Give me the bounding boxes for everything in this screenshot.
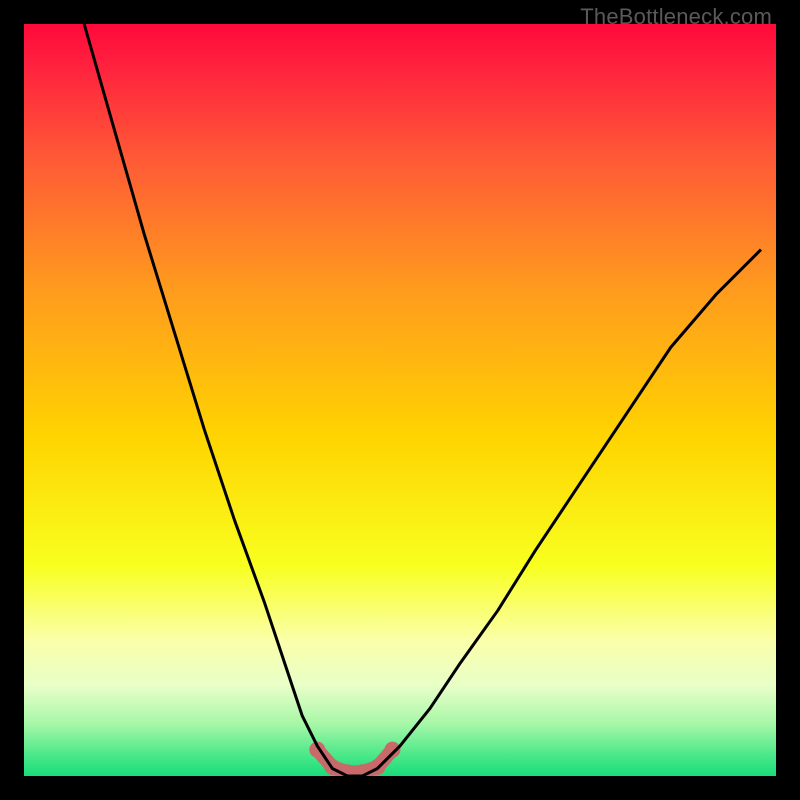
chart-frame: TheBottleneck.com [0,0,800,800]
watermark-text: TheBottleneck.com [580,4,772,30]
plot-area [24,24,776,776]
gradient-rect [24,24,776,776]
chart-svg [24,24,776,776]
